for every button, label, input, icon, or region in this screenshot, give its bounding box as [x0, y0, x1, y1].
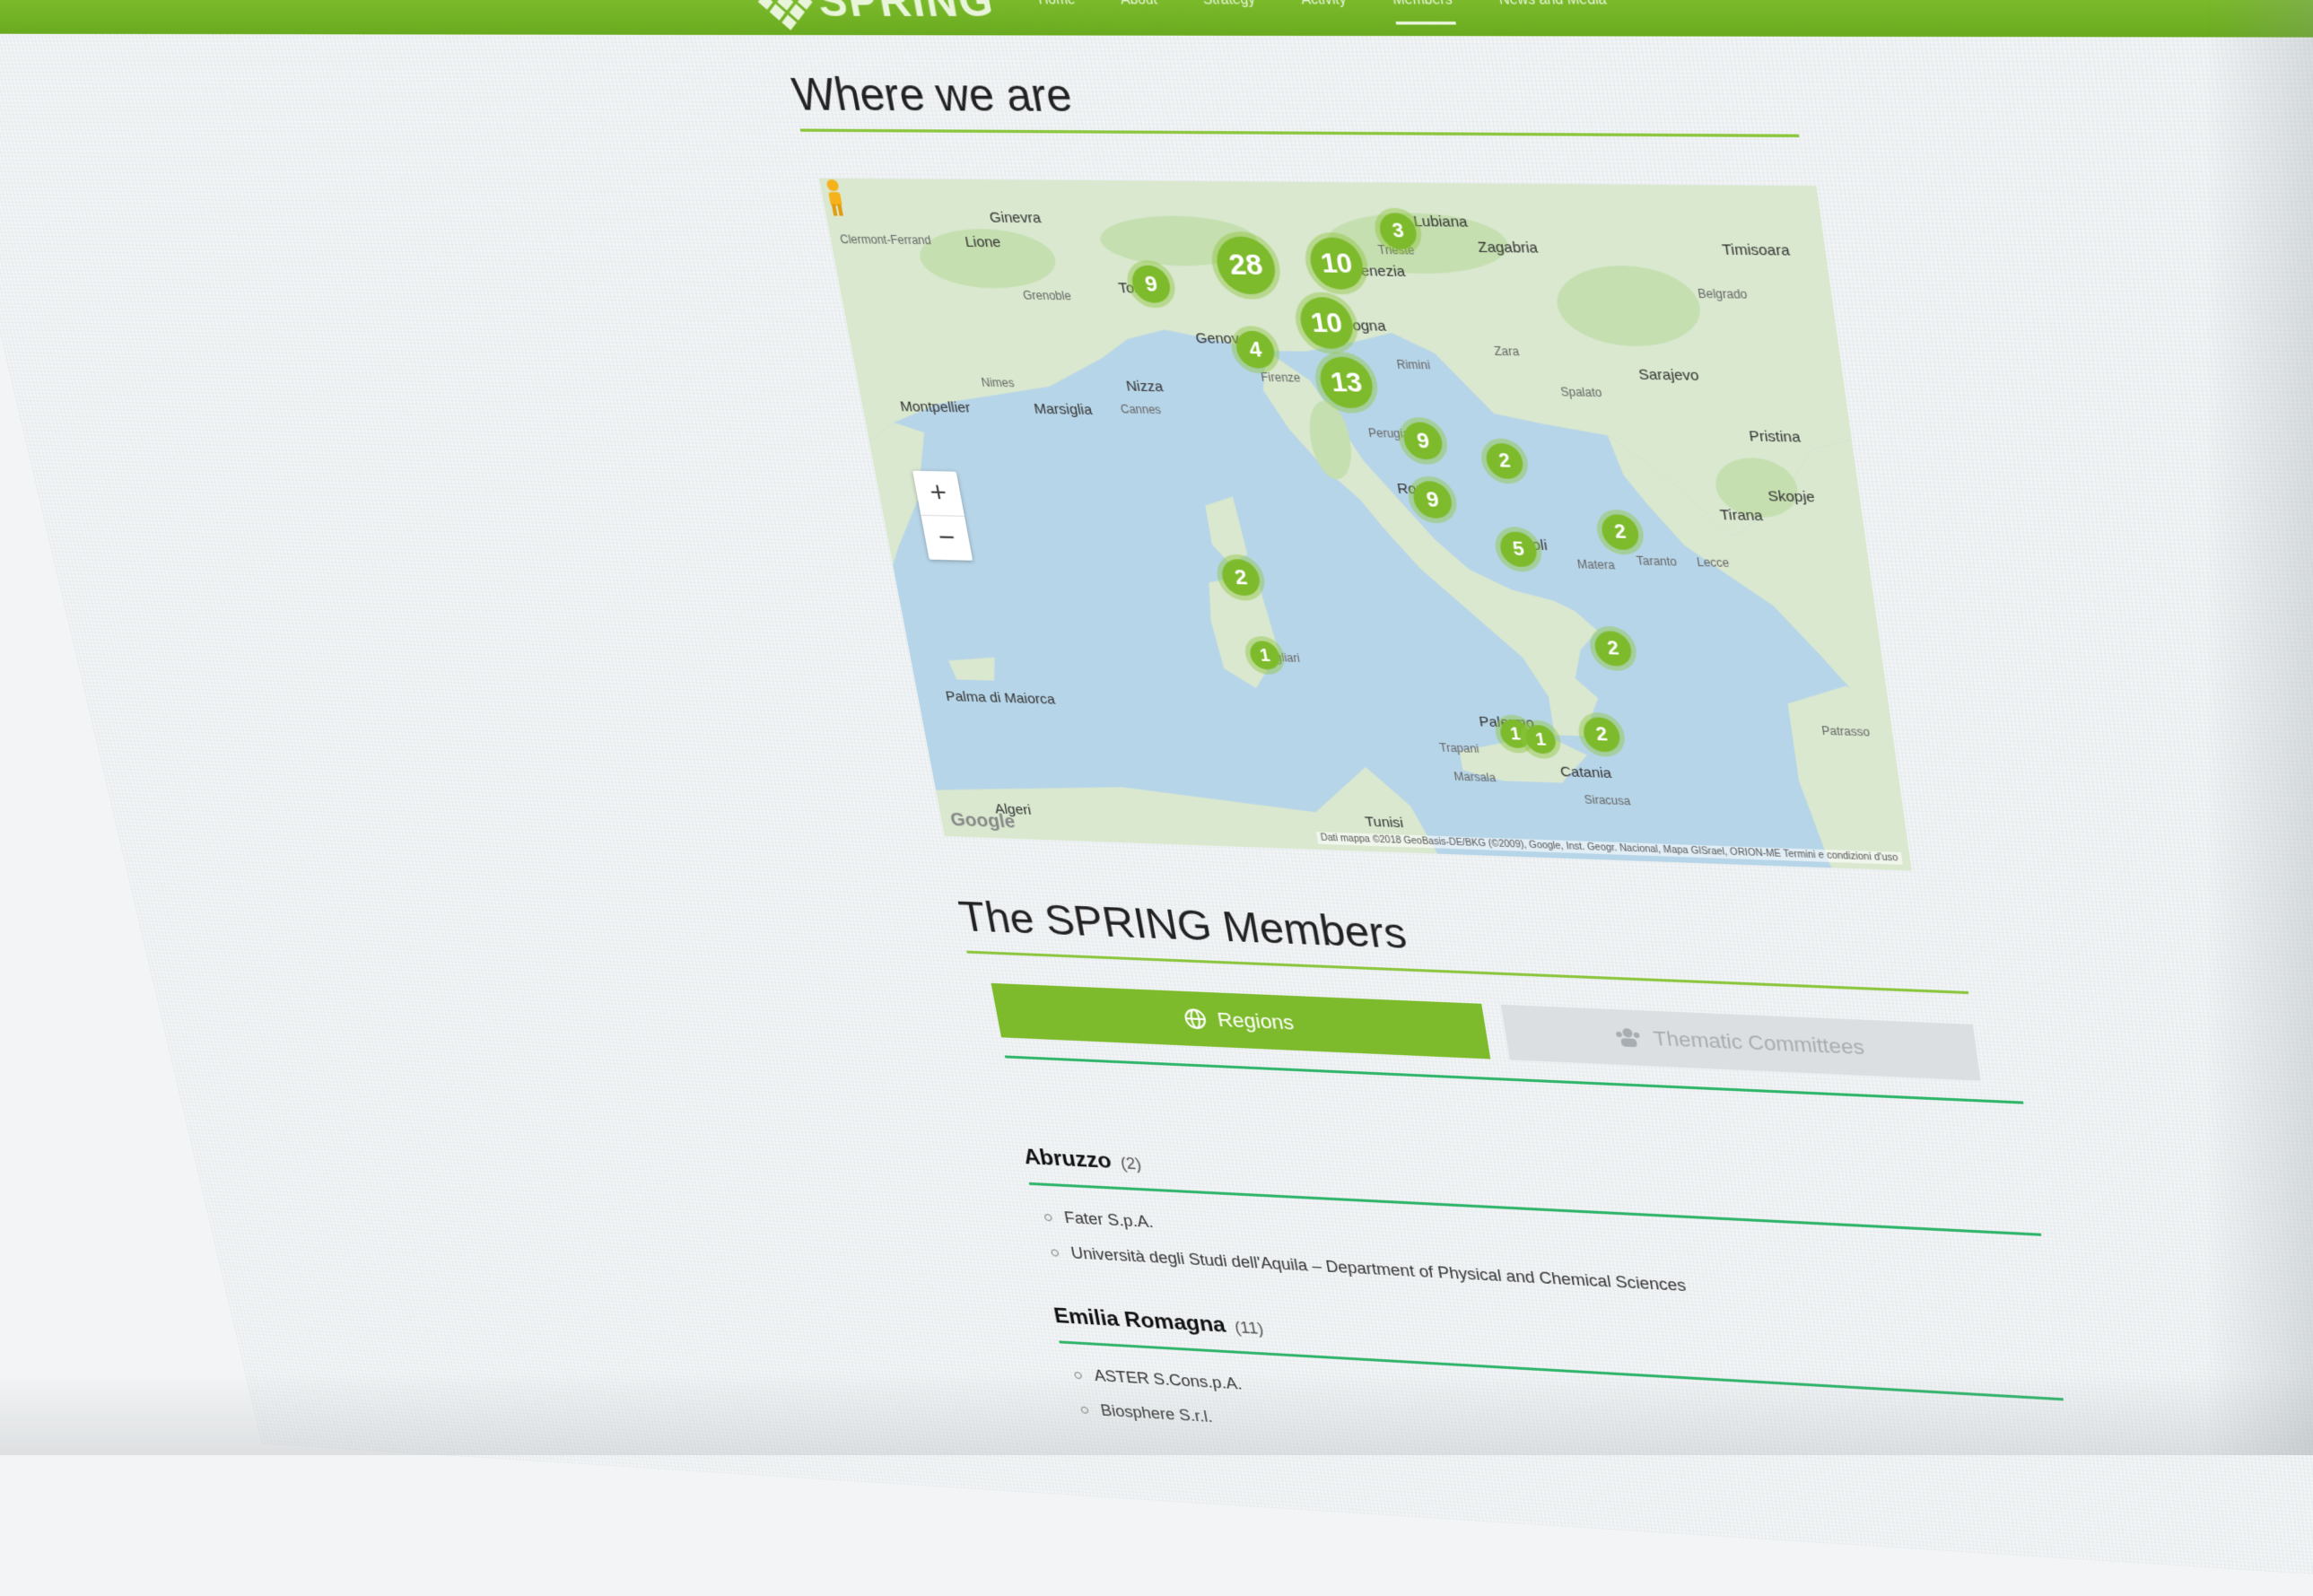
city-label: Spalato	[1559, 385, 1603, 400]
logo-text: SPRING	[813, 0, 999, 27]
city-label: Grenoble	[1021, 288, 1073, 303]
google-logo: Google	[948, 809, 1017, 833]
zoom-in-button[interactable]: +	[912, 471, 964, 516]
city-label: Zagabria	[1476, 239, 1540, 257]
city-label: Pristina	[1748, 428, 1802, 447]
users-icon	[1615, 1027, 1640, 1048]
city-label: Nimes	[980, 375, 1016, 390]
city-label: Tunisi	[1364, 814, 1405, 832]
region-rule	[1028, 1182, 2042, 1236]
city-label: Taranto	[1635, 554, 1679, 569]
city-label: Rimini	[1395, 357, 1432, 372]
city-label: Patrasso	[1820, 723, 1871, 739]
member-item[interactable]: ASTER S.Cons.p.A.	[1073, 1365, 1244, 1393]
page: SPRING Home About Strategy Activity Memb…	[0, 0, 2313, 1596]
city-label: Nizza	[1124, 378, 1165, 396]
city-label: Matera	[1575, 557, 1616, 572]
tab-thematic-committees[interactable]: Thematic Committees	[1500, 1004, 1981, 1081]
city-label: Marsiglia	[1032, 400, 1094, 419]
members-map[interactable]: Ginevra Lione Clermont-Ferrand Grenoble …	[818, 178, 1912, 871]
city-label: Trapani	[1438, 740, 1480, 756]
city-label: Firenze	[1260, 370, 1302, 385]
member-item[interactable]: Biosphere S.r.l.	[1079, 1400, 1214, 1426]
site-logo[interactable]: SPRING	[757, 0, 999, 31]
nav-members[interactable]: Members	[1391, 0, 1456, 25]
region-name: Emilia Romagna	[1052, 1304, 1228, 1338]
nav-strategy[interactable]: Strategy	[1201, 0, 1260, 24]
main-nav: Home About Strategy Activity Members New…	[1036, 0, 1610, 25]
zoom-out-button[interactable]: −	[921, 514, 973, 561]
member-item[interactable]: Fater S.p.A.	[1043, 1208, 1155, 1232]
where-we-are-rule	[799, 128, 1800, 138]
city-label: Ginevra	[988, 209, 1043, 227]
tab-regions-label: Regions	[1215, 1007, 1296, 1034]
city-label: Skopje	[1767, 487, 1816, 506]
tab-regions[interactable]: Regions	[991, 982, 1491, 1060]
nav-home[interactable]: Home	[1036, 0, 1079, 24]
city-label: Montpellier	[898, 398, 973, 416]
city-label: Palma di Maiorca	[944, 688, 1057, 708]
city-label: Timisoara	[1721, 240, 1791, 260]
city-label: Lione	[964, 233, 1003, 251]
spring-logo-icon	[757, 0, 813, 31]
region-heading-emilia-romagna[interactable]: Emilia Romagna (11)	[1052, 1304, 1265, 1339]
city-label: Belgrado	[1697, 286, 1749, 302]
map-land-svg	[818, 178, 1912, 871]
nav-news-and-media[interactable]: News and Media	[1497, 0, 1610, 25]
region-heading-abruzzo[interactable]: Abruzzo (2)	[1022, 1145, 1143, 1175]
city-label: Siracusa	[1583, 792, 1632, 808]
tab-thematic-label: Thematic Committees	[1651, 1026, 1866, 1060]
member-item[interactable]: Università degli Studi dell'Aquila – Dep…	[1050, 1243, 1688, 1295]
city-label: Lecce	[1696, 555, 1731, 571]
city-label: Lubiana	[1412, 213, 1469, 231]
where-we-are-title: Where we are	[788, 67, 1077, 122]
city-label: Cannes	[1119, 402, 1163, 417]
region-name: Abruzzo	[1021, 1145, 1113, 1173]
nav-activity[interactable]: Activity	[1299, 0, 1349, 24]
city-label: Marsala	[1453, 770, 1497, 785]
city-label: Clermont-Ferrand	[838, 232, 933, 248]
globe-icon	[1182, 1007, 1208, 1030]
city-label: Tirana	[1718, 506, 1764, 525]
city-label: Catania	[1558, 763, 1613, 782]
nav-about[interactable]: About	[1119, 0, 1161, 24]
city-label: Zara	[1493, 344, 1521, 359]
region-count: (11)	[1233, 1318, 1265, 1338]
region-count: (2)	[1119, 1154, 1143, 1173]
members-title: The SPRING Members	[955, 892, 1410, 958]
top-nav-bar: SPRING Home About Strategy Activity Memb…	[0, 0, 2313, 38]
city-label: Sarajevo	[1637, 366, 1700, 385]
